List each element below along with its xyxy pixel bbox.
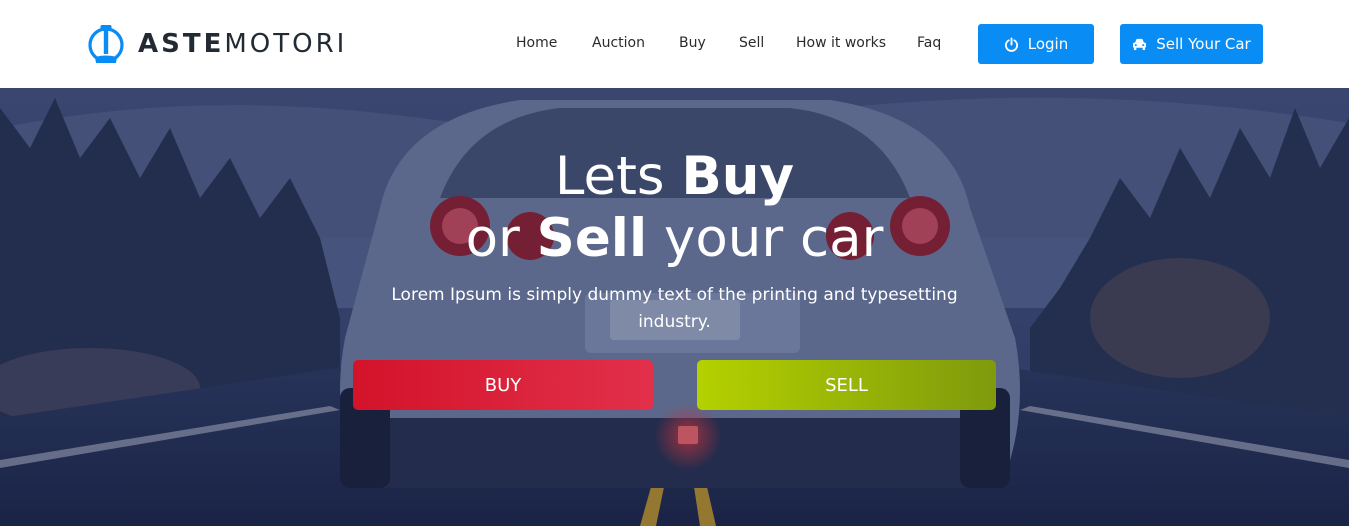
hero-sell-word: Sell (536, 208, 648, 269)
login-label: Login (1027, 35, 1069, 53)
hero-or: or (465, 208, 520, 269)
nav-buy[interactable]: Buy (679, 34, 706, 52)
hero-section: Lets Buy or Sell your car Lorem Ipsum is… (0, 88, 1349, 526)
brand-name: ASTEMOTORI (138, 24, 347, 64)
hero-buy-word: Buy (681, 146, 795, 207)
steering-key-icon (88, 25, 124, 63)
hero-heading-line2: or Sell your car (0, 208, 1349, 270)
sell-your-car-button[interactable]: Sell Your Car (1120, 24, 1263, 64)
brand-name-bold: ASTE (138, 29, 225, 59)
login-button[interactable]: Login (978, 24, 1094, 64)
nav-auction[interactable]: Auction (592, 34, 645, 52)
hero-your-car: your car (663, 208, 884, 269)
power-icon (1004, 36, 1018, 52)
car-icon (1133, 38, 1147, 50)
nav-sell[interactable]: Sell (739, 34, 764, 52)
hero-heading-line1: Lets Buy (0, 146, 1349, 208)
nav-home[interactable]: Home (516, 34, 557, 52)
nav-how-it-works[interactable]: How it works (796, 34, 886, 52)
brand-name-light: MOTORI (224, 29, 348, 59)
buy-button-label: BUY (484, 374, 522, 396)
sell-button-label: SELL (825, 374, 868, 396)
sell-your-car-label: Sell Your Car (1156, 35, 1251, 53)
nav-faq[interactable]: Faq (917, 34, 941, 52)
brand-logo[interactable]: ASTEMOTORI (87, 24, 347, 64)
hero-lets: Lets (554, 146, 665, 207)
buy-button[interactable]: BUY (353, 360, 653, 410)
sell-button[interactable]: SELL (697, 360, 996, 410)
hero-subtitle: Lorem Ipsum is simply dummy text of the … (391, 285, 958, 332)
site-header: ASTEMOTORI Home Auction Buy Sell How it … (0, 0, 1349, 88)
